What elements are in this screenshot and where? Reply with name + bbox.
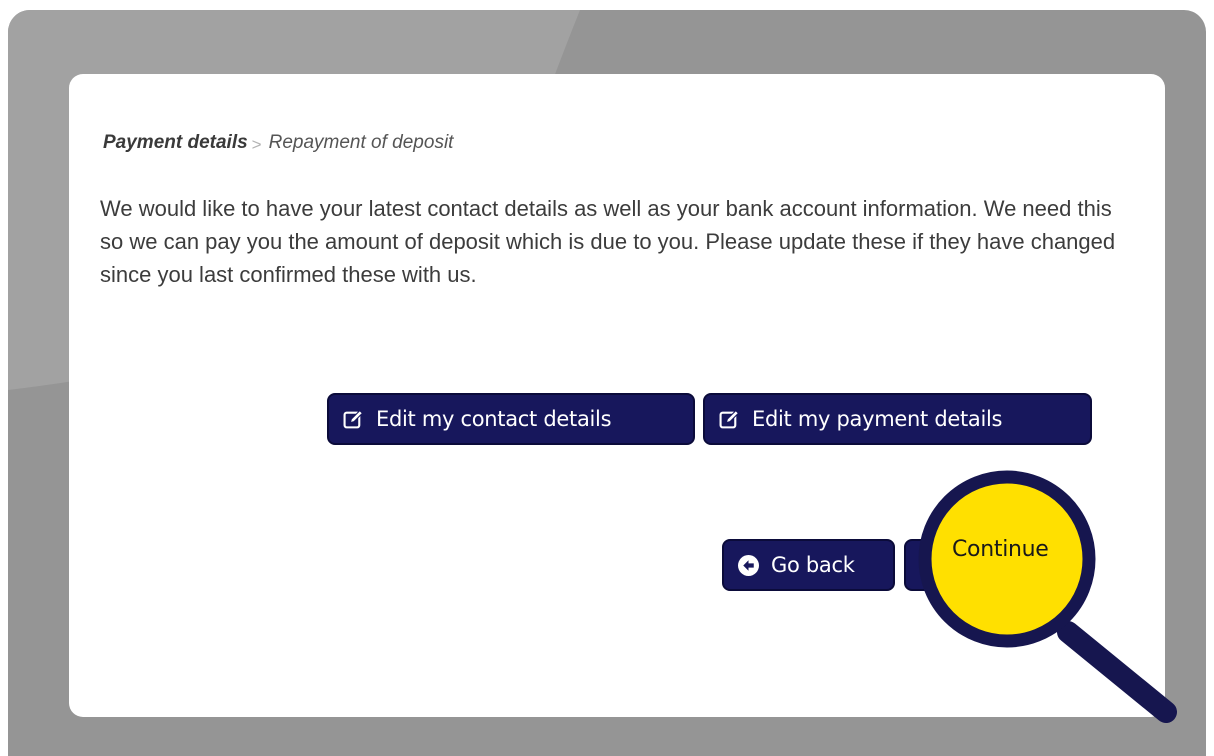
arrow-left-circle-icon (738, 554, 759, 576)
edit-payment-details-button[interactable]: Edit my payment details (703, 393, 1092, 445)
screenshot-frame: Payment details > Repayment of deposit We … (8, 10, 1206, 756)
intro-text: We would like to have your latest contac… (100, 196, 1116, 287)
edit-icon (719, 409, 740, 428)
edit-contact-details-label: Edit my contact details (376, 407, 612, 431)
magnified-continue-label: Continue (952, 537, 1049, 562)
breadcrumb: Payment details > Repayment of deposit (103, 132, 453, 154)
arrow-right-circle-icon (920, 554, 941, 576)
edit-payment-details-label: Edit my payment details (752, 407, 1003, 431)
content-card: Payment details > Repayment of deposit We … (69, 74, 1165, 717)
edit-contact-details-button[interactable]: Edit my contact details (327, 393, 695, 445)
breadcrumb-current: Payment details (103, 132, 248, 153)
breadcrumb-next-step[interactable]: Repayment of deposit (269, 132, 454, 153)
go-back-label: Go back (771, 553, 855, 577)
breadcrumb-separator: > (251, 135, 262, 154)
go-back-button[interactable]: Go back (722, 539, 895, 591)
edit-icon (343, 409, 364, 428)
